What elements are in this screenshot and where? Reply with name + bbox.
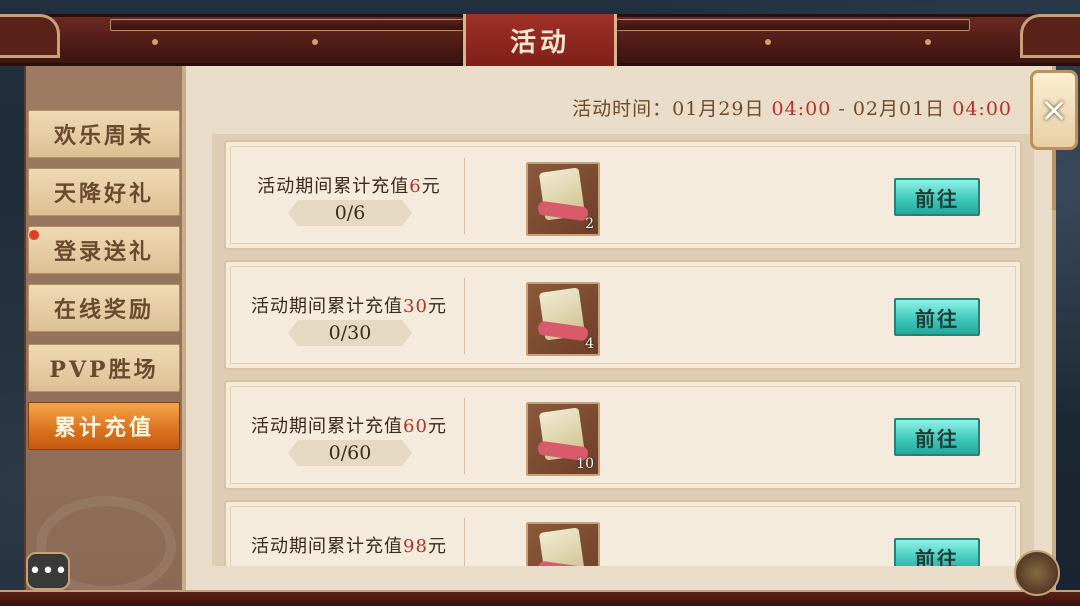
reward-item-slot[interactable]: 10 xyxy=(526,402,600,476)
item-quantity: 2 xyxy=(585,216,594,232)
close-button[interactable]: × xyxy=(1030,70,1078,150)
tab-happy-weekend[interactable]: 欢乐周末 xyxy=(28,110,180,158)
tab-label: 登录送礼 xyxy=(53,239,154,265)
reward-card: 活动期间累计充值6元 0/6 2 前往 xyxy=(224,140,1022,250)
tab-label: 天降好礼 xyxy=(53,181,154,207)
card-divider xyxy=(464,398,465,474)
frame-corner-left xyxy=(0,14,60,58)
card-pack-icon xyxy=(538,527,586,566)
chat-button[interactable]: ••• xyxy=(26,552,70,590)
frame-stud xyxy=(152,39,158,45)
task-prefix: 活动期间累计充值 xyxy=(257,176,410,197)
chat-bubble-icon: ••• xyxy=(28,558,68,584)
sidebar: 欢乐周末 天降好礼 登录送礼 在线奖励 PVP胜场 累计充值 xyxy=(24,66,182,596)
menu-scroll-icon[interactable] xyxy=(1014,550,1060,596)
go-button[interactable]: 前往 xyxy=(894,538,980,566)
tab-online-reward[interactable]: 在线奖励 xyxy=(28,284,180,332)
page-title: 活动 xyxy=(509,28,570,58)
tab-label: 累计充值 xyxy=(53,415,154,441)
task-description: 活动期间累计充值60元 xyxy=(244,412,454,438)
start-time: 04:00 xyxy=(771,98,832,120)
frame-corner-right xyxy=(1020,14,1080,58)
task-description: 活动期间累计充值30元 xyxy=(244,292,454,318)
frame-stud xyxy=(765,39,771,45)
bottom-frame xyxy=(0,590,1080,606)
tab-login-gift[interactable]: 登录送礼 xyxy=(28,226,180,274)
activity-time-label: 活动时间： xyxy=(572,98,673,120)
reward-card: 活动期间累计充值60元 0/60 10 前往 xyxy=(224,380,1022,490)
reward-list[interactable]: 活动期间累计充值6元 0/6 2 前往 活动期间累计充值30元 0/30 4 前… xyxy=(212,134,1034,566)
task-amount: 60 xyxy=(403,416,428,437)
end-date: 02月01日 xyxy=(852,98,946,120)
progress-label: 0/60 xyxy=(288,440,412,466)
time-separator: - xyxy=(838,98,846,120)
card-divider xyxy=(464,278,465,354)
tab-label: 在线奖励 xyxy=(53,297,154,323)
item-quantity: 10 xyxy=(576,456,594,472)
reward-card: 活动期间累计充值30元 0/30 4 前往 xyxy=(224,260,1022,370)
task-amount: 30 xyxy=(403,296,428,317)
title-plaque: 活动 xyxy=(463,14,617,70)
task-description: 活动期间累计充值6元 xyxy=(244,172,454,198)
start-date: 01月29日 xyxy=(672,98,765,120)
reward-item-slot[interactable] xyxy=(526,522,600,566)
tab-heaven-gift[interactable]: 天降好礼 xyxy=(28,168,180,216)
task-unit: 元 xyxy=(427,536,447,557)
task-unit: 元 xyxy=(427,416,447,437)
task-description: 活动期间累计充值98元 xyxy=(244,532,454,558)
progress-label: 0/30 xyxy=(288,320,412,346)
reward-card: 活动期间累计充值98元 前往 xyxy=(224,500,1022,566)
end-time: 04:00 xyxy=(952,98,1012,120)
task-prefix: 活动期间累计充值 xyxy=(251,416,404,437)
task-prefix: 活动期间累计充值 xyxy=(251,536,404,557)
task-prefix: 活动期间累计充值 xyxy=(251,296,404,317)
task-amount: 98 xyxy=(403,536,428,557)
go-button[interactable]: 前往 xyxy=(894,178,980,216)
tab-label: 欢乐周末 xyxy=(53,123,154,149)
progress-label: 0/6 xyxy=(288,200,412,226)
go-button[interactable]: 前往 xyxy=(894,418,980,456)
task-unit: 元 xyxy=(427,296,447,317)
tab-pvp-wins[interactable]: PVP胜场 xyxy=(28,344,180,392)
content-panel: 活动时间：01月29日 04:00 - 02月01日 04:00 活动期间累计充… xyxy=(182,66,1056,596)
notification-dot-icon xyxy=(28,229,40,241)
activity-time: 活动时间：01月29日 04:00 - 02月01日 04:00 xyxy=(572,94,1012,121)
card-divider xyxy=(464,158,465,234)
tab-cumulative-recharge[interactable]: 累计充值 xyxy=(28,402,180,450)
go-button[interactable]: 前往 xyxy=(894,298,980,336)
reward-item-slot[interactable]: 4 xyxy=(526,282,600,356)
frame-stud xyxy=(312,39,318,45)
item-quantity: 4 xyxy=(585,336,594,352)
close-icon: × xyxy=(1039,90,1069,130)
reward-item-slot[interactable]: 2 xyxy=(526,162,600,236)
task-amount: 6 xyxy=(409,176,422,197)
frame-stud xyxy=(925,39,931,45)
card-divider xyxy=(464,518,465,566)
lantern-tassel xyxy=(1052,150,1056,210)
task-unit: 元 xyxy=(421,176,441,197)
tab-label: PVP胜场 xyxy=(49,357,159,383)
